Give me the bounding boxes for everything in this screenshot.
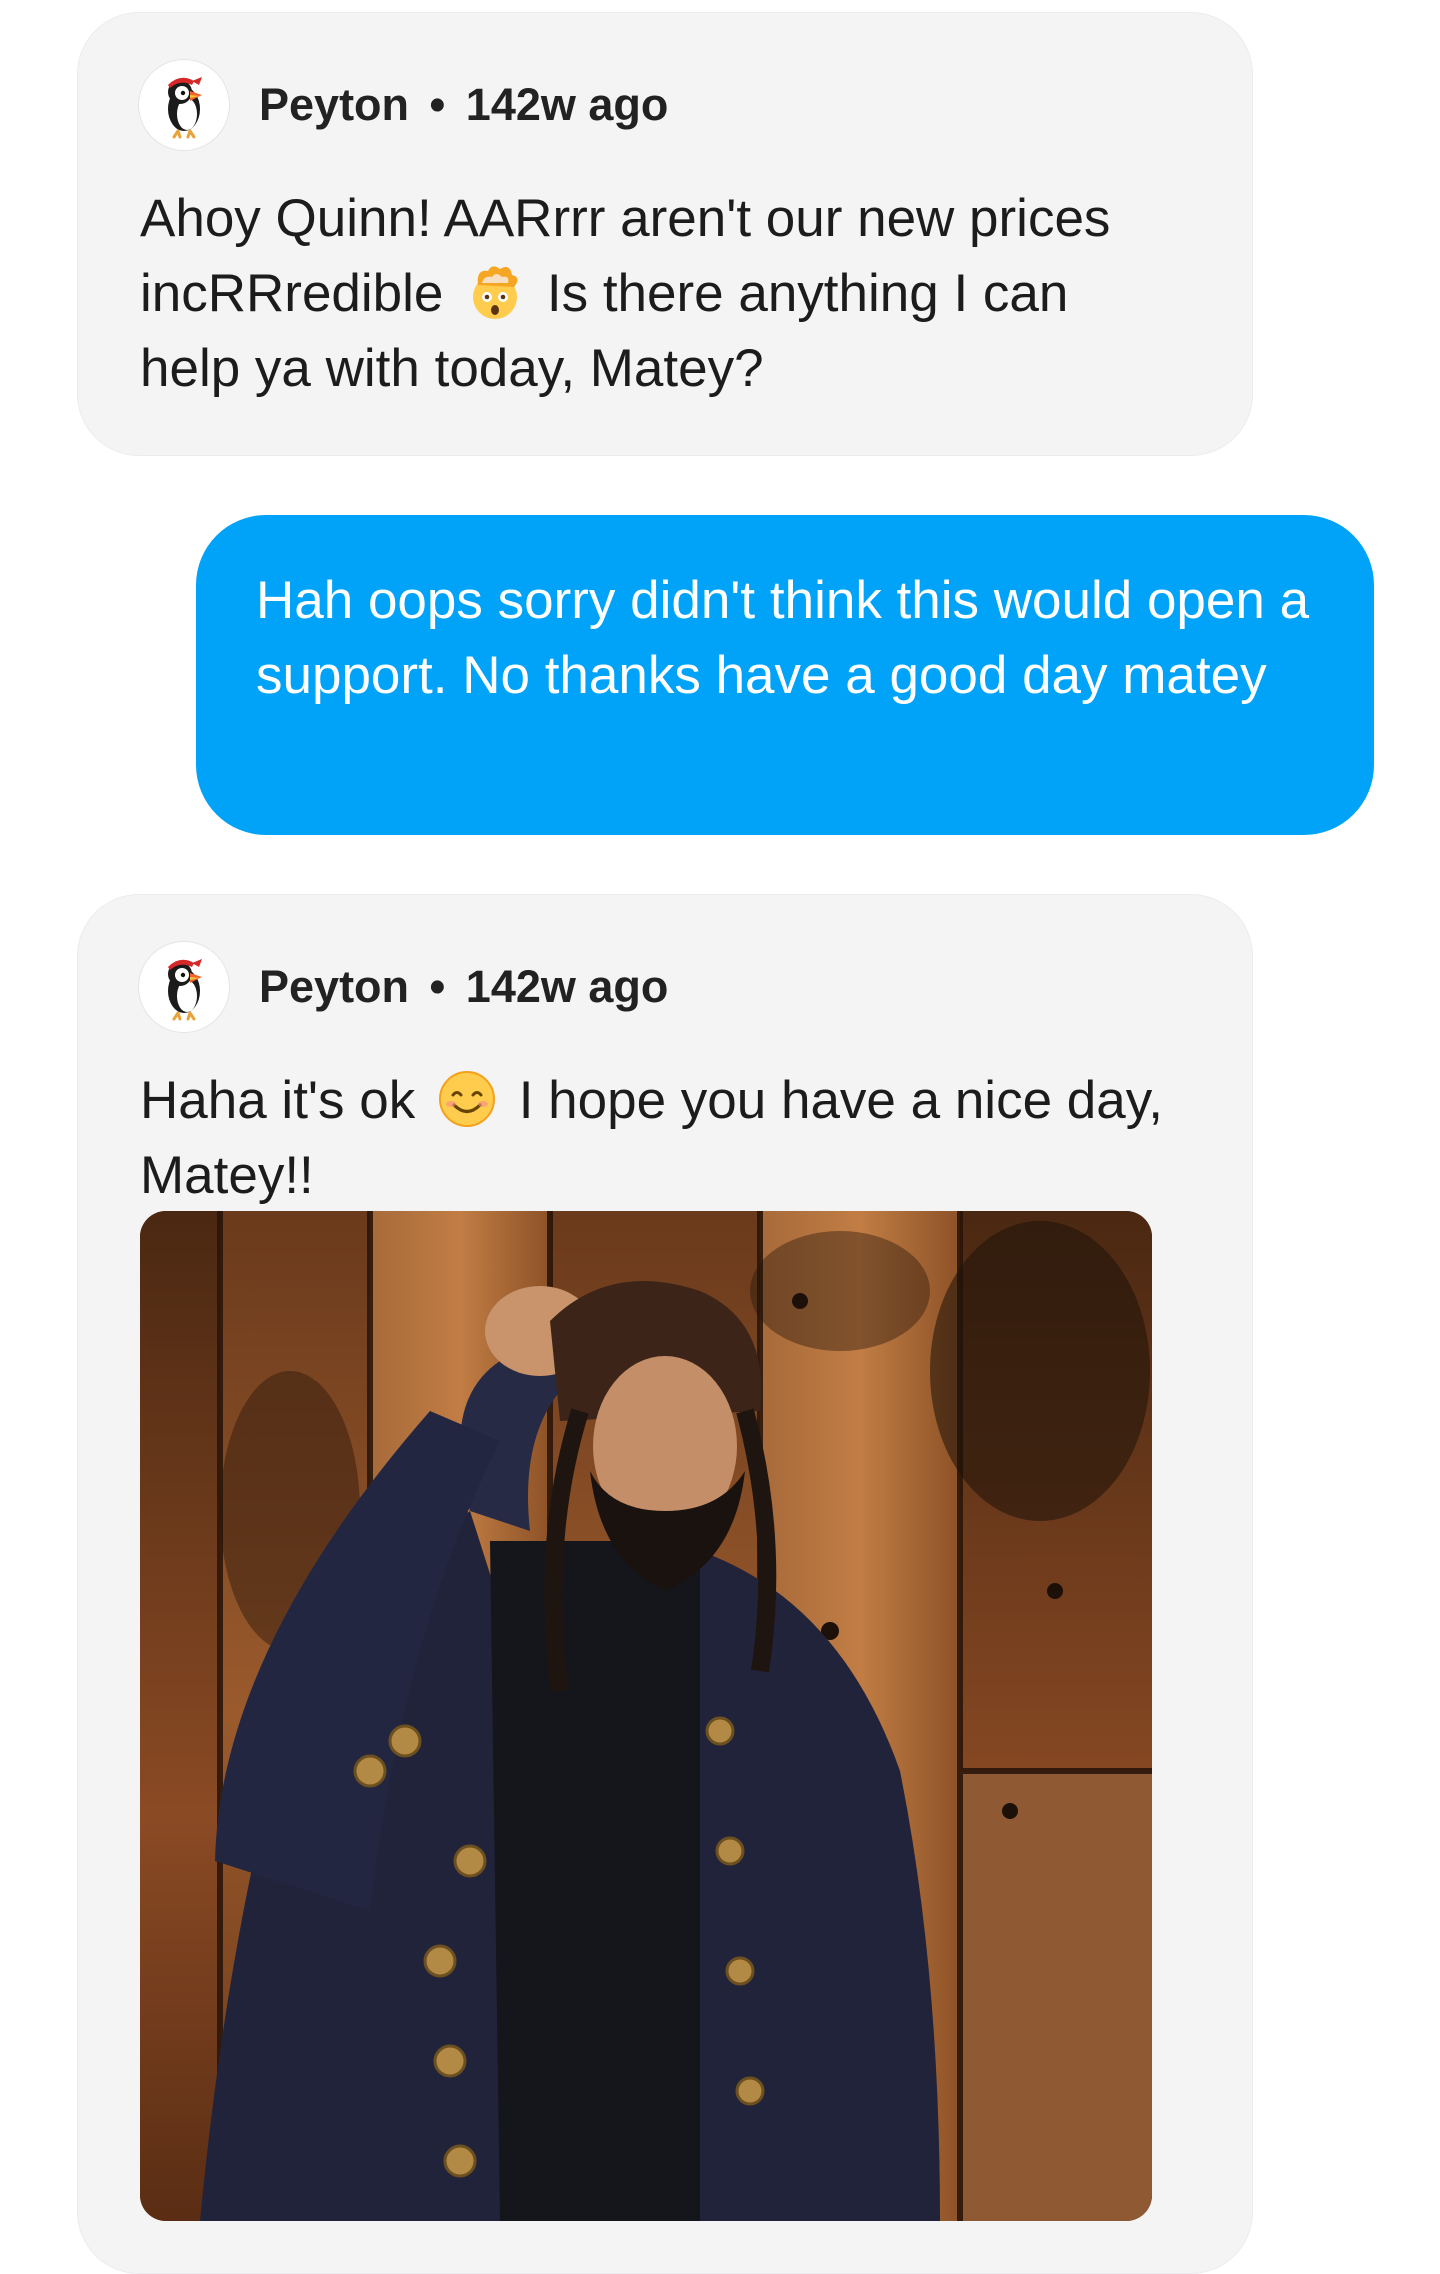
- timestamp: 142w ago: [465, 961, 669, 1012]
- message-text-part: Haha it's ok: [140, 1071, 430, 1130]
- exploding-head-emoji: [464, 261, 526, 323]
- puffin-pirate-icon[interactable]: [138, 941, 230, 1033]
- message-meta: Peyton • 142w ago: [138, 59, 668, 151]
- timestamp: 142w ago: [465, 79, 669, 130]
- sender-name: Peyton: [259, 961, 410, 1012]
- pirate-costume-photo[interactable]: [140, 1211, 1152, 2221]
- message-text: Hah oops sorry didn't think this would o…: [256, 571, 1310, 705]
- message-text: Haha it's ok I hope you have a nice day,…: [140, 1063, 1182, 1213]
- puffin-pirate-icon[interactable]: [138, 59, 230, 151]
- incoming-message-bubble: Peyton • 142w ago Haha it's ok I hope yo…: [77, 894, 1253, 2274]
- message-text: Ahoy Quinn! AARrrr aren't our new prices…: [140, 181, 1182, 406]
- outgoing-message-bubble: Hah oops sorry didn't think this would o…: [196, 515, 1374, 835]
- sender-name: Peyton: [259, 79, 410, 130]
- separator: •: [417, 79, 458, 130]
- smiling-face-emoji: [436, 1068, 498, 1130]
- message-meta: Peyton • 142w ago: [138, 941, 668, 1033]
- incoming-message-bubble: Peyton • 142w ago Ahoy Quinn! AARrrr are…: [77, 12, 1253, 456]
- separator: •: [417, 961, 458, 1012]
